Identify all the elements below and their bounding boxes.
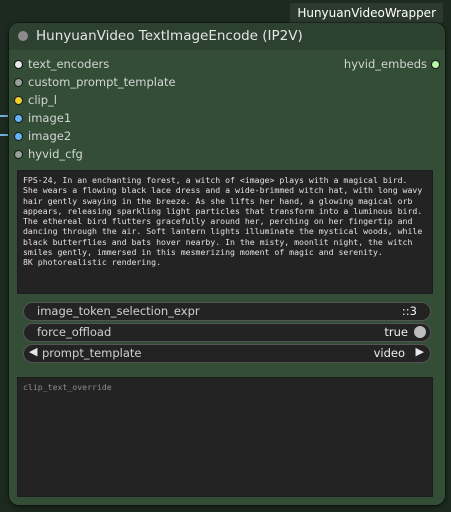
slot-label: hyvid_embeds	[343, 57, 427, 71]
slot-label: hyvid_cfg	[28, 147, 83, 161]
slot-label: text_encoders	[28, 57, 110, 71]
slot-label: image2	[28, 129, 72, 143]
hunyuan-textimageencode-node[interactable]: HunyuanVideo TextImageEncode (IP2V) text…	[9, 23, 445, 505]
slot-dot-icon[interactable]	[14, 132, 23, 141]
image-token-selection-expr-widget[interactable]: image_token_selection_expr ::3	[23, 302, 431, 321]
arrow-left-icon[interactable]: ◀	[29, 345, 37, 358]
prompt-template-combo[interactable]: ◀ prompt_template video ▶	[23, 344, 431, 363]
widget-value: true	[384, 325, 408, 339]
slot-label: clip_l	[28, 93, 57, 107]
widget-value: ::3	[401, 304, 417, 318]
widget-label: image_token_selection_expr	[37, 304, 200, 318]
slot-dot-icon[interactable]	[431, 60, 440, 69]
widget-value: video	[373, 346, 405, 360]
widget-label: force_offload	[37, 325, 112, 339]
widget-label: prompt_template	[42, 346, 142, 360]
image1-link-wire	[0, 115, 8, 117]
slot-dot-icon[interactable]	[14, 150, 23, 159]
slot-label: custom_prompt_template	[28, 75, 176, 89]
slot-dot-icon[interactable]	[14, 60, 23, 69]
prompt-textarea[interactable]: FPS-24, In an enchanting forest, a witch…	[17, 170, 433, 294]
node-title: HunyuanVideo TextImageEncode (IP2V)	[36, 28, 303, 44]
collapse-dot-icon[interactable]	[18, 31, 28, 41]
node-title-bar[interactable]: HunyuanVideo TextImageEncode (IP2V)	[9, 23, 445, 50]
slot-dot-icon[interactable]	[14, 96, 23, 105]
image2-link-wire	[0, 134, 8, 136]
arrow-right-icon[interactable]: ▶	[416, 345, 424, 358]
slot-dot-icon[interactable]	[14, 114, 23, 123]
slot-dot-icon[interactable]	[14, 78, 23, 87]
wrapper-group-label: HunyuanVideoWrapper	[290, 3, 443, 23]
slot-label: image1	[28, 111, 72, 125]
toggle-knob-icon[interactable]	[414, 326, 426, 338]
force-offload-toggle[interactable]: force_offload true	[23, 323, 431, 342]
clip-text-override-textarea[interactable]: clip_text_override	[17, 377, 433, 497]
